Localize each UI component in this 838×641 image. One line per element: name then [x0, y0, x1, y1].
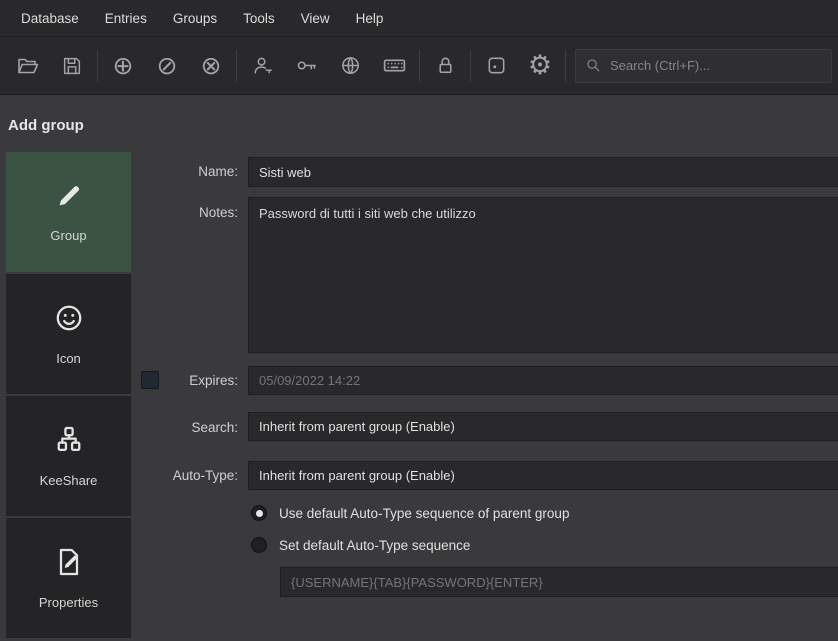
toolbar: ⊕ ⊘ ⊗ ⚙	[0, 37, 838, 95]
globe-icon	[339, 54, 362, 77]
password-generator-button[interactable]	[474, 47, 518, 85]
folder-open-icon	[16, 54, 40, 78]
sidebar-item-label: Icon	[56, 351, 81, 366]
open-database-button[interactable]	[6, 47, 50, 85]
search-setting-label: Search:	[118, 420, 238, 435]
autotype-value: Inherit from parent group (Enable)	[259, 468, 455, 483]
lock-icon	[434, 54, 457, 77]
sidebar-item-group[interactable]: Group	[6, 152, 131, 272]
save-icon	[61, 55, 83, 77]
notes-textarea[interactable]: Password di tutti i siti web che utilizz…	[248, 197, 838, 353]
toolbar-separator	[565, 50, 566, 82]
autotype-sequence-input[interactable]: {USERNAME}{TAB}{PASSWORD}{ENTER}	[280, 567, 838, 597]
open-url-button[interactable]	[328, 47, 372, 85]
search-icon	[585, 57, 602, 74]
user-key-icon	[251, 54, 274, 77]
menu-tools[interactable]: Tools	[230, 0, 288, 37]
set-default-sequence-radio[interactable]	[251, 537, 267, 553]
key-icon	[295, 54, 318, 77]
use-default-sequence-radio[interactable]	[251, 505, 267, 521]
expires-datetime-input[interactable]: 05/09/2022 14:22	[248, 366, 838, 395]
document-edit-icon	[53, 546, 85, 578]
sidebar-item-properties[interactable]: Properties	[6, 518, 131, 638]
sidebar-item-label: Group	[50, 228, 86, 243]
smiley-icon	[53, 302, 85, 334]
slash-circle-icon: ⊘	[157, 53, 178, 78]
gear-icon: ⚙	[528, 52, 552, 79]
settings-button[interactable]: ⚙	[518, 47, 562, 85]
sidebar-item-icon[interactable]: Icon	[6, 274, 131, 394]
sidebar-item-label: Properties	[39, 595, 98, 610]
save-database-button[interactable]	[50, 47, 94, 85]
toolbar-separator	[470, 50, 471, 82]
x-circle-icon: ⊗	[201, 53, 222, 78]
copy-username-button[interactable]	[240, 47, 284, 85]
expires-label: Expires:	[118, 373, 238, 388]
sitemap-icon	[53, 424, 85, 456]
plus-circle-icon: ⊕	[113, 53, 134, 78]
autotype-sequence-value: {USERNAME}{TAB}{PASSWORD}{ENTER}	[291, 575, 543, 590]
autotype-label: Auto-Type:	[118, 468, 238, 483]
set-default-sequence-label: Set default Auto-Type sequence	[279, 538, 470, 553]
expires-value: 05/09/2022 14:22	[259, 373, 360, 388]
edit-entry-button[interactable]: ⊘	[145, 47, 189, 85]
menu-groups[interactable]: Groups	[160, 0, 230, 37]
menu-help[interactable]: Help	[343, 0, 397, 37]
sidebar-item-label: KeeShare	[40, 473, 98, 488]
notes-label: Notes:	[118, 205, 238, 220]
menu-entries[interactable]: Entries	[92, 0, 160, 37]
name-label: Name:	[118, 164, 238, 179]
menu-view[interactable]: View	[288, 0, 343, 37]
search-box[interactable]	[575, 49, 832, 83]
delete-entry-button[interactable]: ⊗	[189, 47, 233, 85]
toolbar-separator	[419, 50, 420, 82]
use-default-sequence-label: Use default Auto-Type sequence of parent…	[279, 506, 569, 521]
name-input[interactable]	[248, 157, 838, 187]
copy-password-button[interactable]	[284, 47, 328, 85]
search-input[interactable]	[610, 58, 822, 73]
pencil-icon	[54, 181, 84, 211]
perform-autotype-button[interactable]	[372, 47, 416, 85]
autotype-select[interactable]: Inherit from parent group (Enable)	[248, 461, 838, 490]
sidebar: Group Icon KeeShare Properties	[6, 152, 131, 641]
search-setting-select[interactable]: Inherit from parent group (Enable)	[248, 412, 838, 441]
dice-icon	[485, 54, 508, 77]
toolbar-separator	[236, 50, 237, 82]
add-entry-button[interactable]: ⊕	[101, 47, 145, 85]
page-title: Add group	[8, 117, 84, 134]
toolbar-separator	[97, 50, 98, 82]
menu-bar: Database Entries Groups Tools View Help	[0, 0, 838, 37]
menu-database[interactable]: Database	[8, 0, 92, 37]
lock-database-button[interactable]	[423, 47, 467, 85]
search-setting-value: Inherit from parent group (Enable)	[259, 419, 455, 434]
sidebar-item-keeshare[interactable]: KeeShare	[6, 396, 131, 516]
keyboard-icon	[382, 53, 407, 78]
